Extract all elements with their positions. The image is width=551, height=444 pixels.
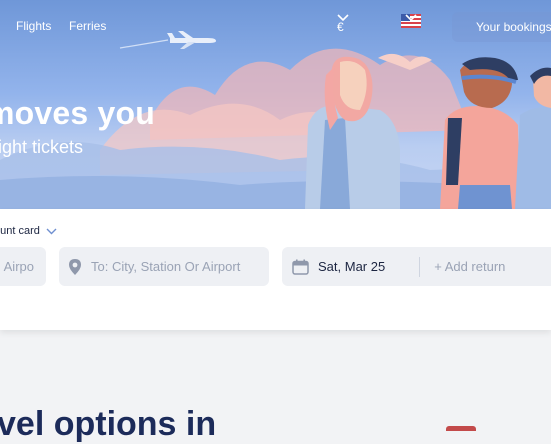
- add-return-button[interactable]: + Add return: [434, 259, 505, 274]
- section-heading: vel options in: [0, 405, 217, 443]
- hero-banner: Flights Ferries € Your bookings moves yo…: [0, 0, 551, 209]
- to-field[interactable]: To: City, Station Or Airport: [59, 247, 269, 286]
- date-value: Sat, Mar 25: [318, 259, 386, 274]
- hero-headline: moves you: [0, 95, 155, 131]
- from-field[interactable]: Airpo: [0, 247, 46, 286]
- nav-link-flights[interactable]: Flights: [16, 19, 51, 33]
- airplane-icon: [167, 31, 216, 49]
- your-bookings-button[interactable]: Your bookings: [452, 12, 551, 42]
- your-bookings-label: Your bookings: [476, 20, 551, 34]
- field-divider: [419, 256, 421, 277]
- currency-label: €: [337, 20, 344, 34]
- hero-subline: ight tickets: [0, 137, 84, 157]
- partial-graphic: [446, 426, 476, 431]
- discount-card-label: ount card: [0, 225, 40, 237]
- discount-card-selector[interactable]: ount card: [0, 225, 57, 237]
- to-placeholder: To: City, Station Or Airport: [91, 259, 241, 274]
- chevron-down-icon: [46, 228, 57, 234]
- location-pin-icon: [69, 258, 81, 275]
- nav-link-ferries[interactable]: Ferries: [69, 19, 106, 33]
- calendar-icon: [292, 259, 309, 275]
- currency-selector[interactable]: €: [337, 14, 349, 40]
- from-placeholder: Airpo: [3, 259, 34, 274]
- date-field[interactable]: Sat, Mar 25 + Add return: [282, 247, 551, 286]
- chevron-down-icon: [337, 14, 349, 22]
- chevron-down-icon: [405, 14, 417, 22]
